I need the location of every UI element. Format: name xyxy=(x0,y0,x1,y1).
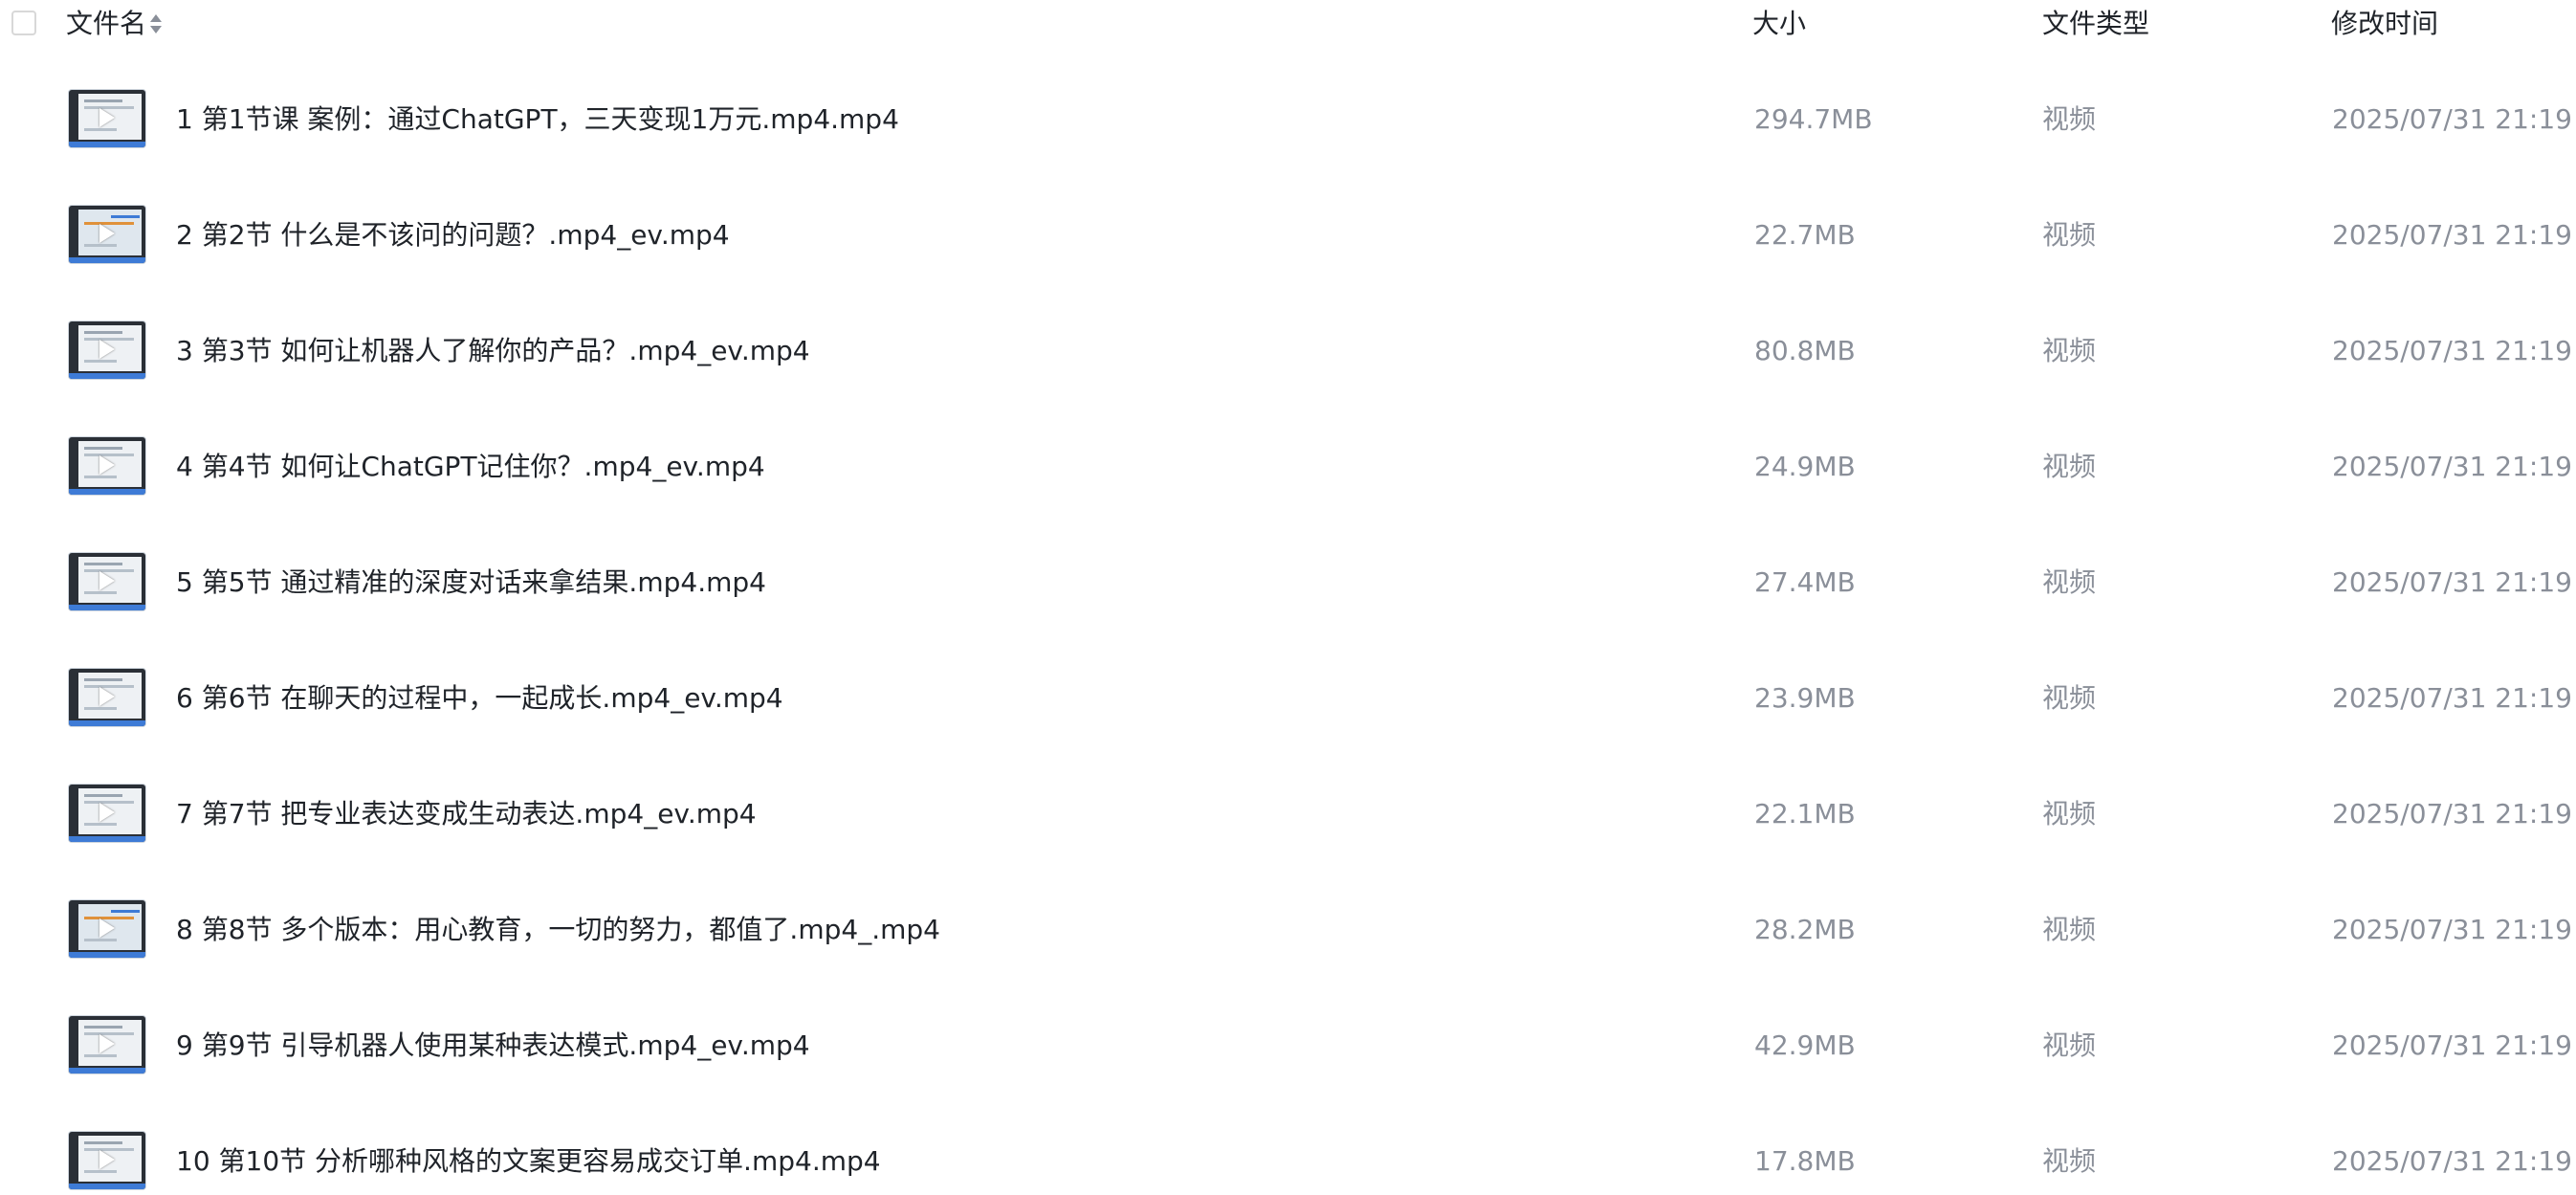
file-modified-time: 2025/07/31 21:19 xyxy=(2332,335,2572,366)
file-list-header: 文件名 大小 文件类型 修改时间 xyxy=(0,0,2576,48)
file-modified-time: 2025/07/31 21:19 xyxy=(2332,451,2572,482)
file-modified-time: 2025/07/31 21:19 xyxy=(2332,1145,2572,1177)
column-header-size[interactable]: 大小 xyxy=(1752,8,1806,40)
file-name[interactable]: 3 第3节 如何让机器人了解你的产品？.mp4_ev.mp4 xyxy=(176,335,810,367)
file-modified-time: 2025/07/31 21:19 xyxy=(2332,103,2572,135)
table-row[interactable]: 2 第2节 什么是不该问的问题？.mp4_ev.mp4 22.7MB 视频 20… xyxy=(0,177,2576,293)
video-thumbnail[interactable] xyxy=(69,669,145,726)
file-type: 视频 xyxy=(2042,682,2097,714)
file-size: 17.8MB xyxy=(1754,1145,1856,1177)
file-name[interactable]: 6 第6节 在聊天的过程中，一起成长.mp4_ev.mp4 xyxy=(176,682,783,715)
file-size: 23.9MB xyxy=(1754,682,1856,714)
table-row[interactable]: 3 第3节 如何让机器人了解你的产品？.mp4_ev.mp4 80.8MB 视频… xyxy=(0,293,2576,409)
file-modified-time: 2025/07/31 21:19 xyxy=(2332,219,2572,251)
file-type: 视频 xyxy=(2042,103,2097,135)
file-type: 视频 xyxy=(2042,451,2097,482)
video-thumbnail[interactable] xyxy=(69,785,145,842)
column-header-type[interactable]: 文件类型 xyxy=(2042,8,2149,40)
file-name[interactable]: 2 第2节 什么是不该问的问题？.mp4_ev.mp4 xyxy=(176,219,730,252)
file-size: 24.9MB xyxy=(1754,451,1856,482)
video-thumbnail[interactable] xyxy=(69,321,145,379)
file-size: 294.7MB xyxy=(1754,103,1873,135)
video-thumbnail[interactable] xyxy=(69,1016,145,1073)
video-thumbnail[interactable] xyxy=(69,1132,145,1189)
video-thumbnail[interactable] xyxy=(69,206,145,263)
file-type: 视频 xyxy=(2042,1029,2097,1061)
file-type: 视频 xyxy=(2042,914,2097,945)
file-type: 视频 xyxy=(2042,219,2097,251)
play-icon xyxy=(99,803,115,822)
file-name[interactable]: 1 第1节课 案例：通过ChatGPT，三天变现1万元.mp4.mp4 xyxy=(176,103,899,136)
file-modified-time: 2025/07/31 21:19 xyxy=(2332,566,2572,598)
file-name[interactable]: 7 第7节 把专业表达变成生动表达.mp4_ev.mp4 xyxy=(176,798,757,830)
file-name[interactable]: 5 第5节 通过精准的深度对话来拿结果.mp4.mp4 xyxy=(176,566,766,599)
file-name[interactable]: 9 第9节 引导机器人使用某种表达模式.mp4_ev.mp4 xyxy=(176,1029,810,1062)
file-name[interactable]: 4 第4节 如何让ChatGPT记住你？.mp4_ev.mp4 xyxy=(176,451,765,483)
file-size: 80.8MB xyxy=(1754,335,1856,366)
file-size: 27.4MB xyxy=(1754,566,1856,598)
file-size: 22.1MB xyxy=(1754,798,1856,830)
file-modified-time: 2025/07/31 21:19 xyxy=(2332,798,2572,830)
sort-icon[interactable] xyxy=(148,11,164,36)
table-row[interactable]: 8 第8节 多个版本：用心教育，一切的努力，都值了.mp4_.mp4 28.2M… xyxy=(0,872,2576,987)
table-row[interactable]: 5 第5节 通过精准的深度对话来拿结果.mp4.mp4 27.4MB 视频 20… xyxy=(0,524,2576,640)
play-icon xyxy=(99,1150,115,1169)
video-thumbnail[interactable] xyxy=(69,90,145,147)
play-icon xyxy=(99,1034,115,1053)
video-thumbnail[interactable] xyxy=(69,900,145,958)
file-size: 42.9MB xyxy=(1754,1029,1856,1061)
table-row[interactable]: 1 第1节课 案例：通过ChatGPT，三天变现1万元.mp4.mp4 294.… xyxy=(0,61,2576,177)
play-icon xyxy=(99,455,115,475)
video-thumbnail[interactable] xyxy=(69,553,145,610)
file-modified-time: 2025/07/31 21:19 xyxy=(2332,682,2572,714)
file-modified-time: 2025/07/31 21:19 xyxy=(2332,1029,2572,1061)
table-row[interactable]: 6 第6节 在聊天的过程中，一起成长.mp4_ev.mp4 23.9MB 视频 … xyxy=(0,640,2576,756)
table-row[interactable]: 10 第10节 分析哪种风格的文案更容易成交订单.mp4.mp4 17.8MB … xyxy=(0,1079,2576,1195)
file-size: 22.7MB xyxy=(1754,219,1856,251)
play-icon xyxy=(99,224,115,243)
file-type: 视频 xyxy=(2042,566,2097,598)
file-name[interactable]: 10 第10节 分析哪种风格的文案更容易成交订单.mp4.mp4 xyxy=(176,1145,881,1178)
file-modified-time: 2025/07/31 21:19 xyxy=(2332,914,2572,945)
select-all-checkbox[interactable] xyxy=(11,11,36,35)
file-type: 视频 xyxy=(2042,335,2097,366)
file-size: 28.2MB xyxy=(1754,914,1856,945)
column-header-name[interactable]: 文件名 xyxy=(66,8,146,40)
file-name[interactable]: 8 第8节 多个版本：用心教育，一切的努力，都值了.mp4_.mp4 xyxy=(176,914,940,946)
play-icon xyxy=(99,571,115,590)
column-header-modified-time[interactable]: 修改时间 xyxy=(2331,8,2438,40)
play-icon xyxy=(99,340,115,359)
video-thumbnail[interactable] xyxy=(69,437,145,495)
table-row[interactable]: 7 第7节 把专业表达变成生动表达.mp4_ev.mp4 22.1MB 视频 2… xyxy=(0,756,2576,872)
table-row[interactable]: 4 第4节 如何让ChatGPT记住你？.mp4_ev.mp4 24.9MB 视… xyxy=(0,409,2576,524)
file-type: 视频 xyxy=(2042,798,2097,830)
play-icon xyxy=(99,918,115,938)
play-icon xyxy=(99,687,115,706)
file-type: 视频 xyxy=(2042,1145,2097,1177)
play-icon xyxy=(99,108,115,127)
